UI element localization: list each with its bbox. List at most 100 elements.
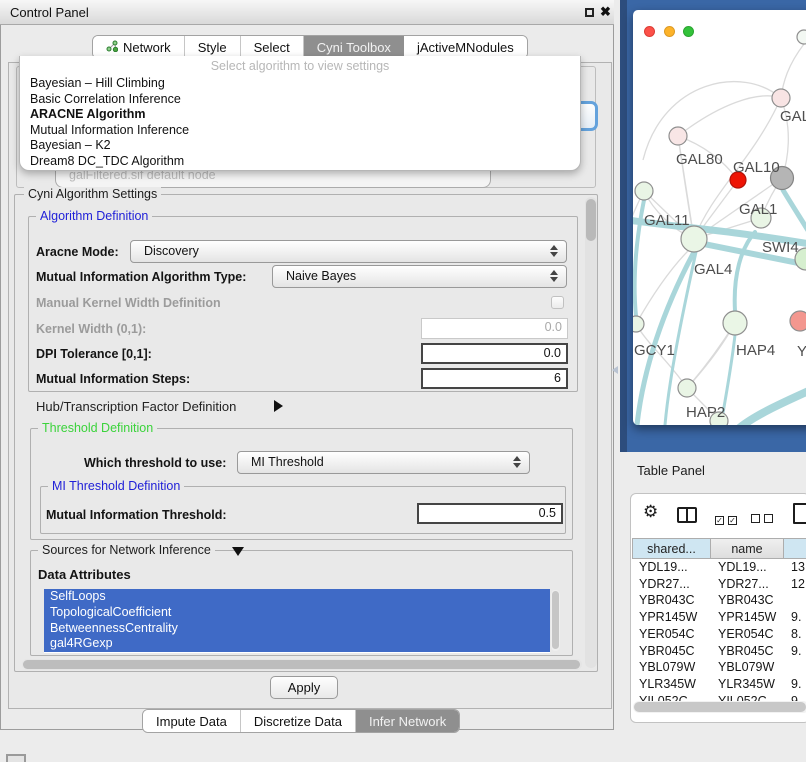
zoom-traffic-light[interactable] bbox=[683, 26, 694, 37]
node-label: HAP4 bbox=[736, 342, 775, 359]
list-item-selected[interactable]: SelfLoops bbox=[44, 589, 550, 605]
aracne-mode-combo[interactable]: Discovery bbox=[130, 240, 567, 263]
splitter-arrow-icon[interactable] bbox=[612, 366, 618, 374]
table-row[interactable]: YIL052C YIL052C 9. bbox=[631, 693, 806, 701]
dropdown-item-aracne[interactable]: ARACNE Algorithm bbox=[20, 107, 580, 123]
table-row[interactable]: YDL19... YDL19... 13 bbox=[631, 559, 806, 576]
network-canvas[interactable]: GAL GAL80 GAL10 GAL11 GAL1 SWI4 GAL4 GCY… bbox=[633, 10, 806, 425]
cell-shared: YDL19... bbox=[639, 559, 688, 576]
dpi-tolerance-field[interactable]: 0.0 bbox=[421, 343, 568, 364]
list-item-selected[interactable]: TopologicalCoefficient bbox=[44, 605, 550, 621]
node-gal80[interactable] bbox=[669, 127, 687, 145]
attributes-scrollbar[interactable] bbox=[551, 590, 560, 651]
dpi-tolerance-label: DPI Tolerance [0,1]: bbox=[36, 347, 152, 361]
threshold-definition-title: Threshold Definition bbox=[38, 421, 157, 435]
tab-discretize-data[interactable]: Discretize Data bbox=[241, 710, 356, 732]
manual-kernel-width-label: Manual Kernel Width Definition bbox=[36, 296, 221, 310]
expander-collapsed-icon[interactable] bbox=[274, 400, 283, 412]
node-gal4[interactable] bbox=[681, 226, 707, 252]
gear-icon[interactable]: ⚙ bbox=[643, 502, 658, 522]
dropdown-item[interactable]: Basic Correlation Inference bbox=[20, 92, 580, 108]
manual-kernel-width-checkbox[interactable] bbox=[551, 296, 564, 309]
node-hap4[interactable] bbox=[723, 311, 747, 335]
cell-shared: YDR27... bbox=[639, 576, 690, 593]
minimized-panel-button[interactable] bbox=[6, 754, 26, 762]
dropdown-item[interactable]: Bayesian – K2 bbox=[20, 138, 580, 154]
list-item-selected[interactable]: gal4RGexp bbox=[44, 636, 550, 652]
cell-name: YIL052C bbox=[718, 693, 767, 701]
export-table-icon[interactable] bbox=[793, 503, 806, 524]
data-attributes-label: Data Attributes bbox=[38, 567, 131, 582]
table-row[interactable]: YBR045C YBR045C 9. bbox=[631, 643, 806, 660]
attributes-scrollbar-thumb[interactable] bbox=[552, 591, 559, 649]
cell-name: YER054C bbox=[718, 626, 774, 643]
node-salmon[interactable] bbox=[790, 311, 806, 331]
table-row[interactable]: YPR145W YPR145W 9. bbox=[631, 609, 806, 626]
network-desktop: GAL GAL80 GAL10 GAL11 GAL1 SWI4 GAL4 GCY… bbox=[620, 0, 806, 452]
tab-impute-data[interactable]: Impute Data bbox=[143, 710, 241, 732]
mi-type-combo[interactable]: Naive Bayes bbox=[272, 265, 567, 288]
expander-expanded-icon[interactable] bbox=[232, 547, 244, 556]
column-header-shared[interactable]: shared... bbox=[632, 538, 711, 559]
column-header-partial[interactable] bbox=[784, 538, 806, 559]
dropdown-item[interactable]: Bayesian – Hill Climbing bbox=[20, 76, 580, 92]
cell-shared: YLR345W bbox=[639, 676, 696, 693]
tab-style[interactable]: Style bbox=[185, 36, 241, 58]
table-row[interactable]: YER054C YER054C 8. bbox=[631, 626, 806, 643]
tab-cyni-toolbox[interactable]: Cyni Toolbox bbox=[304, 36, 404, 58]
close-icon[interactable]: ✖ bbox=[600, 4, 611, 20]
sources-expander[interactable]: Sources for Network Inference bbox=[38, 543, 215, 557]
dropdown-item[interactable]: Dream8 DC_TDC Algorithm bbox=[20, 154, 580, 170]
window-title: Control Panel bbox=[10, 0, 89, 25]
settings-group-title: Cyni Algorithm Settings bbox=[24, 187, 161, 201]
cell-value: 9. bbox=[791, 609, 801, 626]
table-hscrollbar-thumb[interactable] bbox=[634, 702, 806, 712]
select-all-columns-icon[interactable]: ✓✓ bbox=[715, 510, 741, 528]
list-item-selected[interactable]: BetweennessCentrality bbox=[44, 621, 550, 637]
node-label: GAL10 bbox=[733, 159, 780, 176]
tab-jactivemnodules[interactable]: jActiveMNodules bbox=[404, 36, 527, 58]
hub-definition-expander[interactable]: Hub/Transcription Factor Definition bbox=[36, 399, 236, 414]
cell-value: 13 bbox=[791, 559, 805, 576]
table-row[interactable]: YDR27... YDR27... 12 bbox=[631, 576, 806, 593]
minimize-traffic-light[interactable] bbox=[664, 26, 675, 37]
deselect-all-columns-icon[interactable] bbox=[751, 510, 777, 528]
cell-value: 8. bbox=[791, 626, 801, 643]
table-hscrollbar[interactable] bbox=[633, 701, 806, 713]
which-threshold-combo[interactable]: MI Threshold bbox=[237, 451, 530, 474]
network-icon bbox=[106, 40, 118, 55]
mi-type-value: Naive Bayes bbox=[286, 266, 356, 287]
tab-infer-network[interactable]: Infer Network bbox=[356, 710, 459, 732]
mi-threshold-field[interactable]: 0.5 bbox=[417, 503, 563, 524]
node-label: GAL80 bbox=[676, 151, 723, 168]
close-traffic-light[interactable] bbox=[644, 26, 655, 37]
tab-select[interactable]: Select bbox=[241, 36, 304, 58]
node[interactable] bbox=[797, 30, 806, 44]
node-gcy1[interactable] bbox=[633, 316, 644, 332]
tab-network[interactable]: Network bbox=[93, 36, 185, 58]
node-hap2[interactable] bbox=[678, 379, 696, 397]
mi-steps-field[interactable]: 6 bbox=[421, 368, 568, 389]
settings-scrollbar-thumb[interactable] bbox=[586, 199, 596, 241]
table-row[interactable]: YBL079W YBL079W bbox=[631, 659, 806, 676]
which-threshold-label: Which threshold to use: bbox=[84, 456, 226, 470]
cell-name: YPR145W bbox=[718, 609, 776, 626]
network-window[interactable]: GAL GAL80 GAL10 GAL11 GAL1 SWI4 GAL4 GCY… bbox=[633, 10, 806, 425]
column-header-name[interactable]: name bbox=[711, 538, 784, 559]
table-row[interactable]: YLR345W YLR345W 9. bbox=[631, 676, 806, 693]
apply-button[interactable]: Apply bbox=[270, 676, 338, 699]
node-label: HAP2 bbox=[686, 404, 725, 421]
kernel-width-field[interactable]: 0.0 bbox=[421, 318, 568, 339]
float-window-icon[interactable] bbox=[585, 8, 594, 17]
column-visibility-icon[interactable] bbox=[677, 507, 697, 523]
table-row[interactable]: YBR043C YBR043C bbox=[631, 592, 806, 609]
node-gal-pink[interactable] bbox=[772, 89, 790, 107]
settings-hscrollbar[interactable] bbox=[22, 659, 582, 670]
which-threshold-value: MI Threshold bbox=[251, 452, 324, 473]
mi-type-label: Mutual Information Algorithm Type: bbox=[36, 270, 246, 284]
kernel-width-label: Kernel Width (0,1): bbox=[36, 322, 146, 336]
settings-scrollbar[interactable] bbox=[585, 197, 597, 668]
node-gal11[interactable] bbox=[635, 182, 653, 200]
dropdown-item[interactable]: Mutual Information Inference bbox=[20, 123, 580, 139]
settings-hscrollbar-thumb[interactable] bbox=[23, 660, 580, 669]
